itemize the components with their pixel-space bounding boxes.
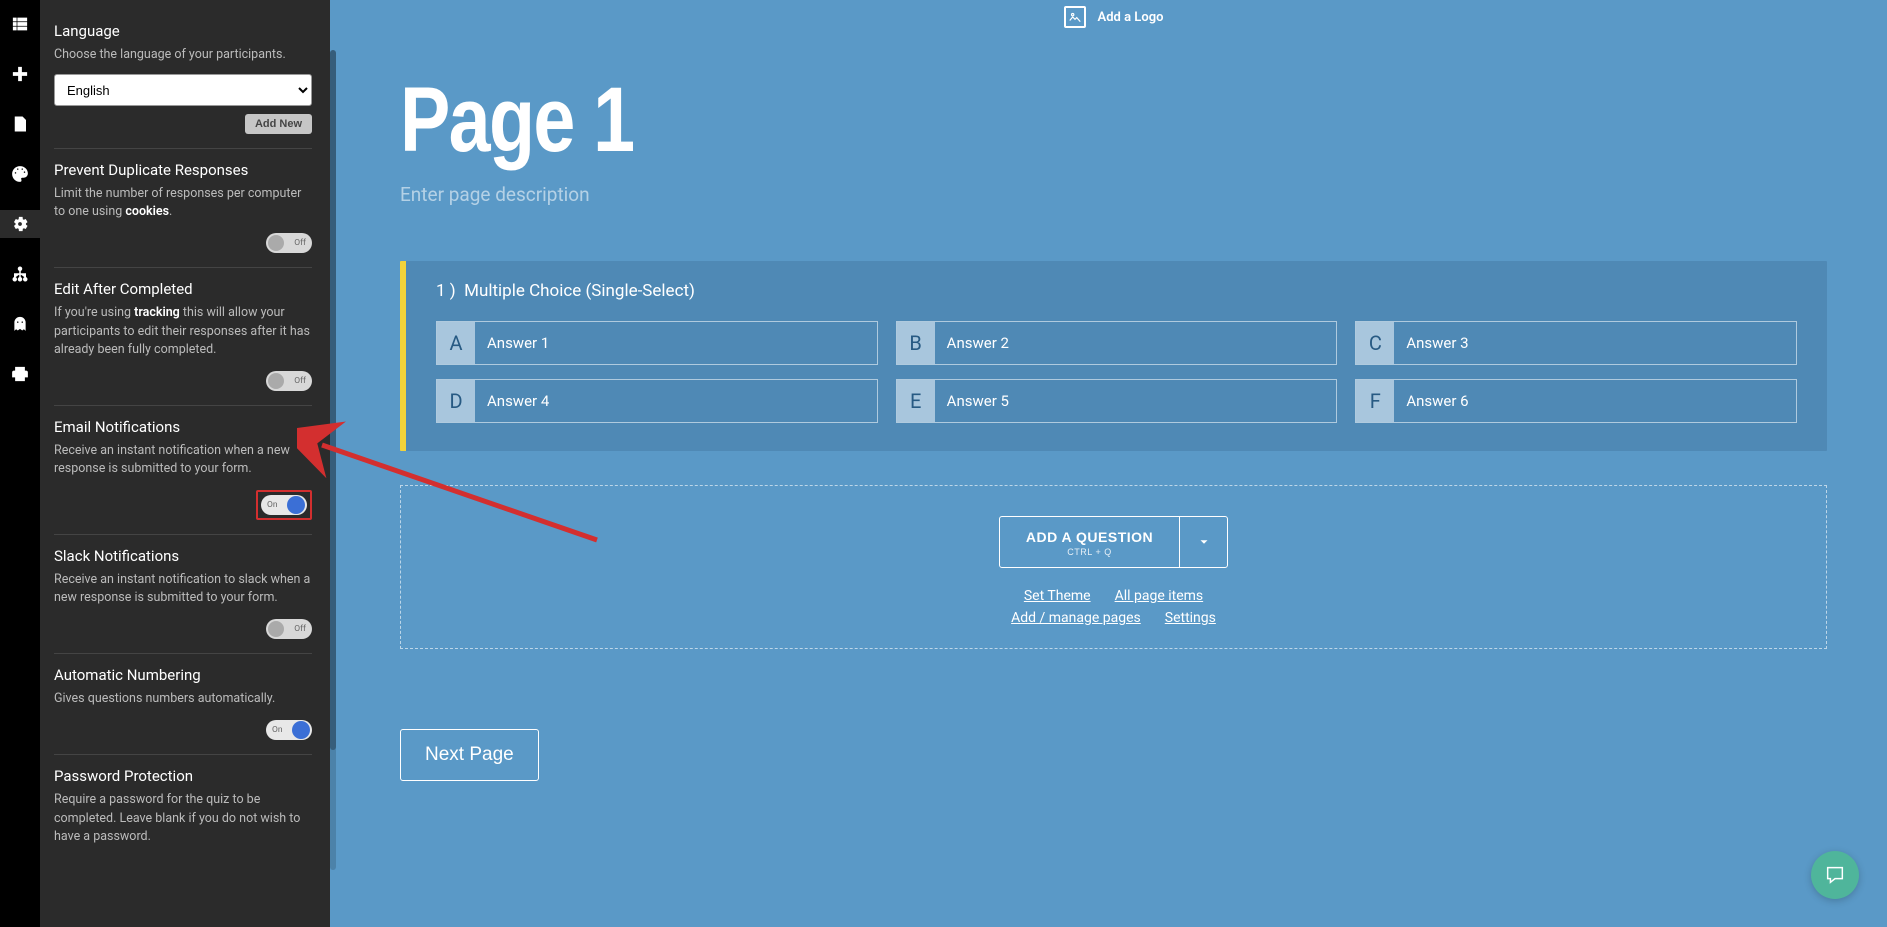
settings-scrollbar[interactable] [330,50,336,870]
add-question-button[interactable]: ADD A QUESTION CTRL + Q [1000,517,1179,567]
add-question-group: ADD A QUESTION CTRL + Q [999,516,1228,568]
set-theme-link[interactable]: Set Theme [1024,588,1091,604]
answer-letter: E [897,380,935,422]
settings-panel: Language Choose the language of your par… [40,0,330,927]
setting-password-protection: Password Protection Require a password f… [54,755,312,859]
answer-letter: A [437,322,475,364]
add-logo-button[interactable]: Add a Logo [400,0,1827,28]
setting-language: Language Choose the language of your par… [54,10,312,149]
answer-label: Answer 1 [475,322,877,364]
question-header: 1 ) Multiple Choice (Single-Select) [436,281,1797,301]
setting-slack-title: Slack Notifications [54,547,312,565]
answer-option[interactable]: AAnswer 1 [436,321,878,365]
setting-autonum-desc: Gives questions numbers automatically. [54,690,312,708]
setting-prevent-duplicate: Prevent Duplicate Responses Limit the nu… [54,149,312,268]
setting-slack-desc: Receive an instant notification to slack… [54,571,312,607]
all-page-items-link[interactable]: All page items [1115,588,1204,604]
page-description-placeholder[interactable]: Enter page description [400,183,1827,206]
add-logo-label: Add a Logo [1098,10,1164,25]
rail-page-icon[interactable] [0,110,40,138]
add-question-dropdown[interactable] [1179,517,1227,567]
rail-list-icon[interactable] [0,10,40,38]
answer-option[interactable]: EAnswer 5 [896,379,1338,423]
answer-label: Answer 5 [935,380,1337,422]
language-select[interactable]: English [54,74,312,106]
page-title[interactable]: Page 1 [400,68,1570,173]
setting-edit-after-title: Edit After Completed [54,280,312,298]
answer-label: Answer 4 [475,380,877,422]
answer-letter: D [437,380,475,422]
setting-prevent-duplicate-desc: Limit the number of responses per comput… [54,185,312,221]
setting-email-title: Email Notifications [54,418,312,436]
setting-email-desc: Receive an instant notification when a n… [54,442,312,478]
edit-after-toggle[interactable]: Off [266,371,312,391]
email-toggle-highlight: On [256,490,312,520]
answer-letter: F [1356,380,1394,422]
manage-pages-link[interactable]: Add / manage pages [1011,610,1141,626]
rail-tree-icon[interactable] [0,260,40,288]
email-notifications-toggle[interactable]: On [261,495,307,515]
answer-letter: B [897,322,935,364]
add-question-zone: ADD A QUESTION CTRL + Q Set Theme All pa… [400,485,1827,649]
question-card[interactable]: 1 ) Multiple Choice (Single-Select) AAns… [400,261,1827,451]
setting-password-desc: Require a password for the quiz to be co… [54,791,312,845]
setting-slack-notifications: Slack Notifications Receive an instant n… [54,535,312,654]
answer-label: Answer 2 [935,322,1337,364]
next-page-button[interactable]: Next Page [400,729,539,781]
setting-password-title: Password Protection [54,767,312,785]
setting-language-desc: Choose the language of your participants… [54,46,312,64]
answer-label: Answer 3 [1394,322,1796,364]
setting-prevent-duplicate-title: Prevent Duplicate Responses [54,161,312,179]
rail-settings-icon[interactable] [0,210,40,238]
image-icon [1064,6,1086,28]
answer-letter: C [1356,322,1394,364]
add-language-button[interactable]: Add New [245,114,312,134]
answers-grid: AAnswer 1BAnswer 2CAnswer 3DAnswer 4EAns… [436,321,1797,423]
settings-link[interactable]: Settings [1165,610,1216,626]
answer-option[interactable]: CAnswer 3 [1355,321,1797,365]
setting-automatic-numbering: Automatic Numbering Gives questions numb… [54,654,312,755]
answer-option[interactable]: FAnswer 6 [1355,379,1797,423]
rail-theme-icon[interactable] [0,160,40,188]
rail-print-icon[interactable] [0,360,40,388]
prevent-duplicate-toggle[interactable]: Off [266,233,312,253]
slack-notifications-toggle[interactable]: Off [266,619,312,639]
answer-label: Answer 6 [1394,380,1796,422]
help-chat-button[interactable] [1811,851,1859,899]
rail-add-icon[interactable] [0,60,40,88]
setting-language-title: Language [54,22,312,40]
setting-email-notifications: Email Notifications Receive an instant n… [54,406,312,535]
automatic-numbering-toggle[interactable]: On [266,720,312,740]
answer-option[interactable]: BAnswer 2 [896,321,1338,365]
answer-option[interactable]: DAnswer 4 [436,379,878,423]
setting-edit-after: Edit After Completed If you're using tra… [54,268,312,405]
rail-ghost-icon[interactable] [0,310,40,338]
setting-autonum-title: Automatic Numbering [54,666,312,684]
setting-edit-after-desc: If you're using tracking this will allow… [54,304,312,358]
main-canvas: Add a Logo Page 1 Enter page description… [340,0,1887,927]
icon-rail [0,0,40,927]
